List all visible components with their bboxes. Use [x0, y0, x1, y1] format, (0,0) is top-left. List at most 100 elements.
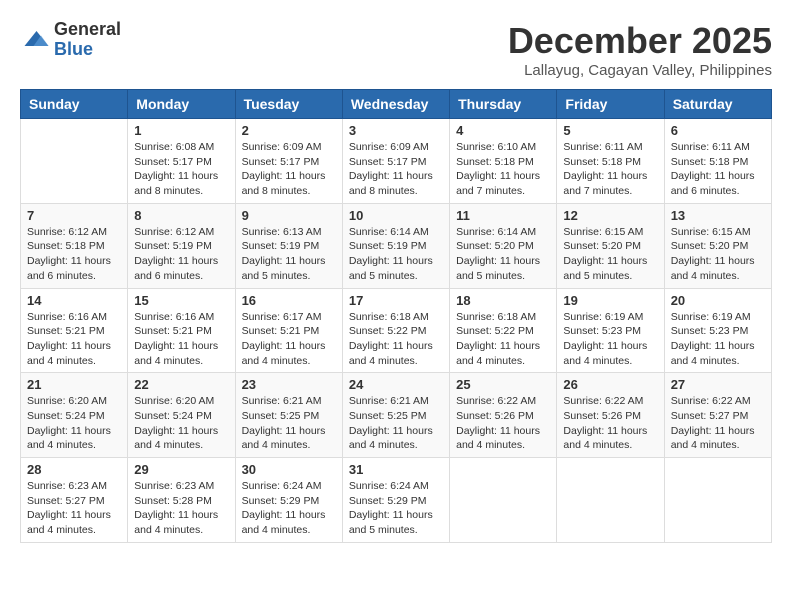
day-number: 27: [671, 377, 765, 392]
day-number: 30: [242, 462, 336, 477]
calendar-cell: 2Sunrise: 6:09 AM Sunset: 5:17 PM Daylig…: [235, 119, 342, 204]
day-number: 18: [456, 293, 550, 308]
day-number: 26: [563, 377, 657, 392]
day-number: 7: [27, 208, 121, 223]
day-info: Sunrise: 6:08 AM Sunset: 5:17 PM Dayligh…: [134, 140, 228, 199]
calendar-week-row: 1 Sunrise: 6:08 AM Sunset: 5:17 PM Daylig…: [21, 119, 772, 204]
day-info: Sunrise: 6:21 AM Sunset: 5:25 PM Dayligh…: [242, 394, 336, 453]
calendar-cell: 6 Sunrise: 6:11 AM Sunset: 5:18 PM Daylig…: [664, 119, 771, 204]
calendar-cell: 28 Sunrise: 6:23 AM Sunset: 5:27 PM Dayli…: [21, 458, 128, 543]
calendar-cell: 18 Sunrise: 6:18 AM Sunset: 5:22 PM Dayli…: [450, 288, 557, 373]
day-number: 28: [27, 462, 121, 477]
day-info: Sunrise: 6:13 AM Sunset: 5:19 PM Dayligh…: [242, 225, 336, 284]
logo: General Blue: [20, 20, 121, 60]
day-number: 31: [349, 462, 443, 477]
calendar-cell: 1 Sunrise: 6:08 AM Sunset: 5:17 PM Daylig…: [128, 119, 235, 204]
column-header-wednesday: Wednesday: [342, 90, 449, 119]
day-info: Sunrise: 6:09 AM Sunset: 5:17 PM Dayligh…: [349, 140, 443, 199]
calendar-cell: 14Sunrise: 6:16 AM Sunset: 5:21 PM Dayli…: [21, 288, 128, 373]
day-number: 4: [456, 123, 550, 138]
day-number: 9: [242, 208, 336, 223]
day-info: Sunrise: 6:12 AM Sunset: 5:19 PM Dayligh…: [134, 225, 228, 284]
calendar-cell: [21, 119, 128, 204]
day-number: 11: [456, 208, 550, 223]
day-info: Sunrise: 6:23 AM Sunset: 5:28 PM Dayligh…: [134, 479, 228, 538]
month-title: December 2025: [508, 20, 772, 62]
day-number: 1: [134, 123, 228, 138]
day-number: 5: [563, 123, 657, 138]
location-subtitle: Lallayug, Cagayan Valley, Philippines: [508, 62, 772, 79]
day-info: Sunrise: 6:17 AM Sunset: 5:21 PM Dayligh…: [242, 310, 336, 369]
day-info: Sunrise: 6:19 AM Sunset: 5:23 PM Dayligh…: [671, 310, 765, 369]
calendar-cell: 26 Sunrise: 6:22 AM Sunset: 5:26 PM Dayli…: [557, 373, 664, 458]
day-info: Sunrise: 6:18 AM Sunset: 5:22 PM Dayligh…: [456, 310, 550, 369]
day-number: 6: [671, 123, 765, 138]
logo-blue: Blue: [54, 40, 121, 60]
calendar-cell: [557, 458, 664, 543]
calendar-week-row: 28 Sunrise: 6:23 AM Sunset: 5:27 PM Dayli…: [21, 458, 772, 543]
day-number: 19: [563, 293, 657, 308]
day-info: Sunrise: 6:16 AM Sunset: 5:21 PM Dayligh…: [134, 310, 228, 369]
calendar-table: SundayMondayTuesdayWednesdayThursdayFrid…: [20, 89, 772, 543]
column-header-sunday: Sunday: [21, 90, 128, 119]
column-header-tuesday: Tuesday: [235, 90, 342, 119]
day-number: 3: [349, 123, 443, 138]
logo-general: General: [54, 20, 121, 40]
day-info: Sunrise: 6:11 AM Sunset: 5:18 PM Dayligh…: [671, 140, 765, 199]
page-header: General Blue December 2025 Lallayug, Cag…: [20, 20, 772, 79]
day-info: Sunrise: 6:15 AM Sunset: 5:20 PM Dayligh…: [563, 225, 657, 284]
calendar-cell: 10Sunrise: 6:14 AM Sunset: 5:19 PM Dayli…: [342, 203, 449, 288]
calendar-cell: 20 Sunrise: 6:19 AM Sunset: 5:23 PM Dayli…: [664, 288, 771, 373]
calendar-cell: 5 Sunrise: 6:11 AM Sunset: 5:18 PM Daylig…: [557, 119, 664, 204]
day-number: 23: [242, 377, 336, 392]
day-number: 22: [134, 377, 228, 392]
logo-text: General Blue: [54, 20, 121, 60]
day-info: Sunrise: 6:22 AM Sunset: 5:26 PM Dayligh…: [456, 394, 550, 453]
calendar-cell: 24 Sunrise: 6:21 AM Sunset: 5:25 PM Dayli…: [342, 373, 449, 458]
day-info: Sunrise: 6:10 AM Sunset: 5:18 PM Dayligh…: [456, 140, 550, 199]
day-number: 12: [563, 208, 657, 223]
day-info: Sunrise: 6:11 AM Sunset: 5:18 PM Dayligh…: [563, 140, 657, 199]
day-info: Sunrise: 6:14 AM Sunset: 5:19 PM Dayligh…: [349, 225, 443, 284]
day-number: 24: [349, 377, 443, 392]
calendar-cell: [664, 458, 771, 543]
calendar-cell: [450, 458, 557, 543]
calendar-cell: 13 Sunrise: 6:15 AM Sunset: 5:20 PM Dayli…: [664, 203, 771, 288]
day-info: Sunrise: 6:12 AM Sunset: 5:18 PM Dayligh…: [27, 225, 121, 284]
calendar-cell: 31Sunrise: 6:24 AM Sunset: 5:29 PM Dayli…: [342, 458, 449, 543]
calendar-week-row: 14Sunrise: 6:16 AM Sunset: 5:21 PM Dayli…: [21, 288, 772, 373]
calendar-cell: 19 Sunrise: 6:19 AM Sunset: 5:23 PM Dayli…: [557, 288, 664, 373]
column-header-saturday: Saturday: [664, 90, 771, 119]
day-info: Sunrise: 6:21 AM Sunset: 5:25 PM Dayligh…: [349, 394, 443, 453]
day-number: 13: [671, 208, 765, 223]
calendar-cell: 23 Sunrise: 6:21 AM Sunset: 5:25 PM Dayli…: [235, 373, 342, 458]
day-info: Sunrise: 6:18 AM Sunset: 5:22 PM Dayligh…: [349, 310, 443, 369]
day-info: Sunrise: 6:09 AM Sunset: 5:17 PM Dayligh…: [242, 140, 336, 199]
column-header-friday: Friday: [557, 90, 664, 119]
logo-icon: [20, 25, 50, 55]
calendar-week-row: 21 Sunrise: 6:20 AM Sunset: 5:24 PM Dayli…: [21, 373, 772, 458]
day-info: Sunrise: 6:20 AM Sunset: 5:24 PM Dayligh…: [134, 394, 228, 453]
day-info: Sunrise: 6:14 AM Sunset: 5:20 PM Dayligh…: [456, 225, 550, 284]
calendar-week-row: 7 Sunrise: 6:12 AM Sunset: 5:18 PM Daylig…: [21, 203, 772, 288]
day-number: 20: [671, 293, 765, 308]
calendar-cell: 25 Sunrise: 6:22 AM Sunset: 5:26 PM Dayli…: [450, 373, 557, 458]
day-info: Sunrise: 6:19 AM Sunset: 5:23 PM Dayligh…: [563, 310, 657, 369]
calendar-cell: 17Sunrise: 6:18 AM Sunset: 5:22 PM Dayli…: [342, 288, 449, 373]
calendar-cell: 4 Sunrise: 6:10 AM Sunset: 5:18 PM Daylig…: [450, 119, 557, 204]
day-info: Sunrise: 6:23 AM Sunset: 5:27 PM Dayligh…: [27, 479, 121, 538]
calendar-cell: 8 Sunrise: 6:12 AM Sunset: 5:19 PM Daylig…: [128, 203, 235, 288]
calendar-cell: 12 Sunrise: 6:15 AM Sunset: 5:20 PM Dayli…: [557, 203, 664, 288]
title-area: December 2025 Lallayug, Cagayan Valley, …: [508, 20, 772, 79]
day-number: 25: [456, 377, 550, 392]
day-number: 16: [242, 293, 336, 308]
day-info: Sunrise: 6:15 AM Sunset: 5:20 PM Dayligh…: [671, 225, 765, 284]
calendar-cell: 29Sunrise: 6:23 AM Sunset: 5:28 PM Dayli…: [128, 458, 235, 543]
calendar-cell: 27Sunrise: 6:22 AM Sunset: 5:27 PM Dayli…: [664, 373, 771, 458]
day-info: Sunrise: 6:24 AM Sunset: 5:29 PM Dayligh…: [242, 479, 336, 538]
day-number: 21: [27, 377, 121, 392]
day-number: 8: [134, 208, 228, 223]
day-info: Sunrise: 6:22 AM Sunset: 5:26 PM Dayligh…: [563, 394, 657, 453]
calendar-cell: 7 Sunrise: 6:12 AM Sunset: 5:18 PM Daylig…: [21, 203, 128, 288]
day-number: 15: [134, 293, 228, 308]
